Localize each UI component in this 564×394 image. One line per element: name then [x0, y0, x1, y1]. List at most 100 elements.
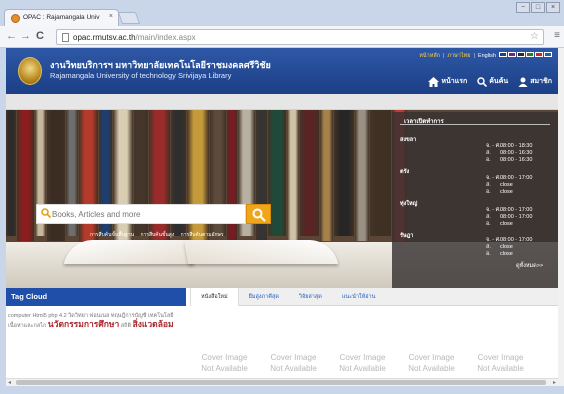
tab-recommended[interactable]: แนะนำให้อ่าน	[332, 288, 386, 306]
link-thai[interactable]: ภาษาไทย	[447, 53, 470, 59]
hours-more-link[interactable]: ดูทั้งหมด>>	[516, 262, 543, 270]
book-spine	[17, 110, 34, 241]
tag-cloud-panel: Tag Cloud computer Html5 php 4.2 วิดวิทย…	[6, 288, 186, 386]
alphabet-search-link[interactable]: การสืบค้นตามอักษร	[181, 232, 224, 238]
search-icon	[477, 76, 488, 87]
theme-swatches	[499, 52, 552, 57]
scroll-left-icon[interactable]: ◂	[8, 379, 11, 386]
language-links: หน้าหลัก | ภาษาไทย | English	[419, 53, 496, 59]
site-title-english: Rajamangala University of technology Sri…	[50, 71, 232, 80]
nav-member[interactable]: สมาชิก	[518, 76, 552, 87]
cover-placeholder[interactable]: Cover Image Not Available	[397, 352, 466, 374]
theme-swatch[interactable]	[535, 52, 543, 57]
book-spine	[6, 110, 16, 236]
window-controls: − □ ×	[516, 2, 560, 13]
cover-placeholder[interactable]: Cover Image Not Available	[466, 352, 535, 374]
book-showcase: หนังสือใหม่ ยืมสูงภาคีสุด วิจัยล่าสุด แน…	[190, 288, 558, 386]
nav-member-label: สมาชิก	[530, 78, 552, 85]
cover-placeholder[interactable]: Cover Image Not Available	[259, 352, 328, 374]
cover-text-line2: Not Available	[270, 364, 317, 373]
window-bottom-border	[0, 386, 564, 394]
campus-name: ทุ่งใหญ่	[400, 201, 418, 207]
campus-name: ตรัง	[400, 169, 410, 175]
minimize-button[interactable]: −	[516, 2, 530, 13]
book-spine	[287, 110, 299, 241]
search-button[interactable]	[246, 204, 271, 224]
theme-swatch[interactable]	[526, 52, 534, 57]
header-divider-band	[6, 94, 558, 110]
url-host: opac.rmutsv.ac.th	[73, 33, 136, 42]
book-spine	[300, 110, 319, 236]
tab-title: OPAC : Rajamangala Univ	[23, 14, 100, 21]
main-nav: หน้าแรก ค้นค้น สมาชิก	[428, 76, 552, 87]
cover-text-line1: Cover Image	[408, 353, 455, 362]
book-spine	[320, 110, 333, 241]
reload-icon[interactable]: C	[36, 30, 44, 43]
search-mode-links: การสืบค้นขั้นพื้นฐาน การสืบค้นขั้นสูง กา…	[90, 231, 229, 239]
nav-home-label: หน้าแรก	[441, 78, 468, 85]
search-input[interactable]	[52, 208, 242, 221]
search-button-icon	[252, 208, 266, 222]
tab-most-borrowed[interactable]: ยืมสูงภาคีสุด	[239, 288, 289, 306]
tag-link[interactable]: นวัตกรรมการศึกษา	[48, 319, 119, 329]
advanced-search-link[interactable]: การสืบค้นขั้นสูง	[140, 232, 174, 238]
cover-text-line1: Cover Image	[201, 353, 248, 362]
tag-link[interactable]: สิ่งแวดล้อม	[133, 319, 174, 329]
user-icon	[518, 77, 528, 87]
cover-placeholder[interactable]: Cover Image Not Available	[190, 352, 259, 374]
close-window-button[interactable]: ×	[546, 2, 560, 13]
forward-arrow-icon[interactable]: →	[20, 30, 31, 43]
browser-menu-icon[interactable]: ≡	[554, 30, 560, 41]
maximize-button[interactable]: □	[531, 2, 545, 13]
scroll-right-icon[interactable]: ▸	[553, 379, 556, 386]
showcase-tabs: หนังสือใหม่ ยืมสูงภาคีสุด วิจัยล่าสุด แน…	[190, 288, 558, 306]
link-home[interactable]: หน้าหลัก	[419, 53, 440, 59]
tag-link[interactable]: สถิติ	[121, 323, 131, 329]
cover-text-line1: Cover Image	[339, 353, 386, 362]
home-icon	[428, 76, 440, 87]
search-icon	[41, 208, 51, 218]
tab-latest-research[interactable]: วิจัยล่าสุด	[289, 288, 332, 306]
page-icon	[62, 33, 69, 42]
search-box	[36, 204, 246, 224]
scrollbar-thumb[interactable]	[16, 380, 546, 385]
cover-list: Cover Image Not Available Cover Image Not A…	[190, 352, 558, 374]
bookmark-star-icon[interactable]: ☆	[530, 31, 539, 42]
tag-cloud-title: Tag Cloud	[6, 288, 186, 306]
cover-text-line2: Not Available	[339, 364, 386, 373]
nav-home[interactable]: หน้าแรก	[428, 76, 467, 87]
hours-divider	[400, 124, 550, 125]
vertical-scrollbar[interactable]	[558, 48, 564, 386]
new-tab-button[interactable]	[117, 12, 141, 24]
campus-name: สงขลา	[400, 137, 417, 143]
browser-tab[interactable]: OPAC : Rajamangala Univ ×	[4, 9, 119, 26]
university-logo	[18, 57, 42, 85]
nav-search[interactable]: ค้นค้น	[477, 76, 508, 87]
tab-close-icon[interactable]: ×	[109, 13, 113, 20]
site-title-thai: งานวิทยบริการฯ มหาวิทยาลัยเทคโนโลยีราชมง…	[50, 60, 271, 70]
theme-swatch[interactable]	[517, 52, 525, 57]
cover-text-line2: Not Available	[408, 364, 455, 373]
book-spine	[334, 110, 354, 236]
back-arrow-icon[interactable]: ←	[6, 30, 17, 43]
web-page: งานวิทยบริการฯ มหาวิทยาลัยเทคโนโลยีราชมง…	[6, 48, 558, 386]
cover-placeholder[interactable]: Cover Image Not Available	[328, 352, 397, 374]
url-text: opac.rmutsv.ac.th/main/index.aspx	[73, 33, 196, 42]
browser-toolbar: ← → C opac.rmutsv.ac.th/main/index.aspx …	[0, 26, 564, 48]
open-book-right-page	[183, 240, 339, 264]
cover-text-line2: Not Available	[201, 364, 248, 373]
theme-swatch[interactable]	[499, 52, 507, 57]
theme-swatch[interactable]	[544, 52, 552, 57]
tag-cloud: computer Html5 php 4.2 วิดวิทยา ฟอนเนล ท…	[8, 312, 184, 330]
favicon-icon	[11, 14, 20, 23]
theme-swatch[interactable]	[508, 52, 516, 57]
address-bar[interactable]: opac.rmutsv.ac.th/main/index.aspx ☆	[56, 29, 544, 45]
link-english[interactable]: English	[478, 53, 496, 59]
nav-search-label: ค้นค้น	[489, 78, 509, 85]
horizontal-scrollbar[interactable]: ◂ ▸	[6, 378, 558, 386]
tab-new-books[interactable]: หนังสือใหม่	[190, 288, 239, 306]
hours-row: อ. close	[486, 189, 513, 195]
browser-titlebar: OPAC : Rajamangala Univ × − □ ×	[0, 0, 564, 26]
site-header: งานวิทยบริการฯ มหาวิทยาลัยเทคโนโลยีราชมง…	[6, 48, 558, 94]
basic-search-link[interactable]: การสืบค้นขั้นพื้นฐาน	[90, 232, 134, 238]
